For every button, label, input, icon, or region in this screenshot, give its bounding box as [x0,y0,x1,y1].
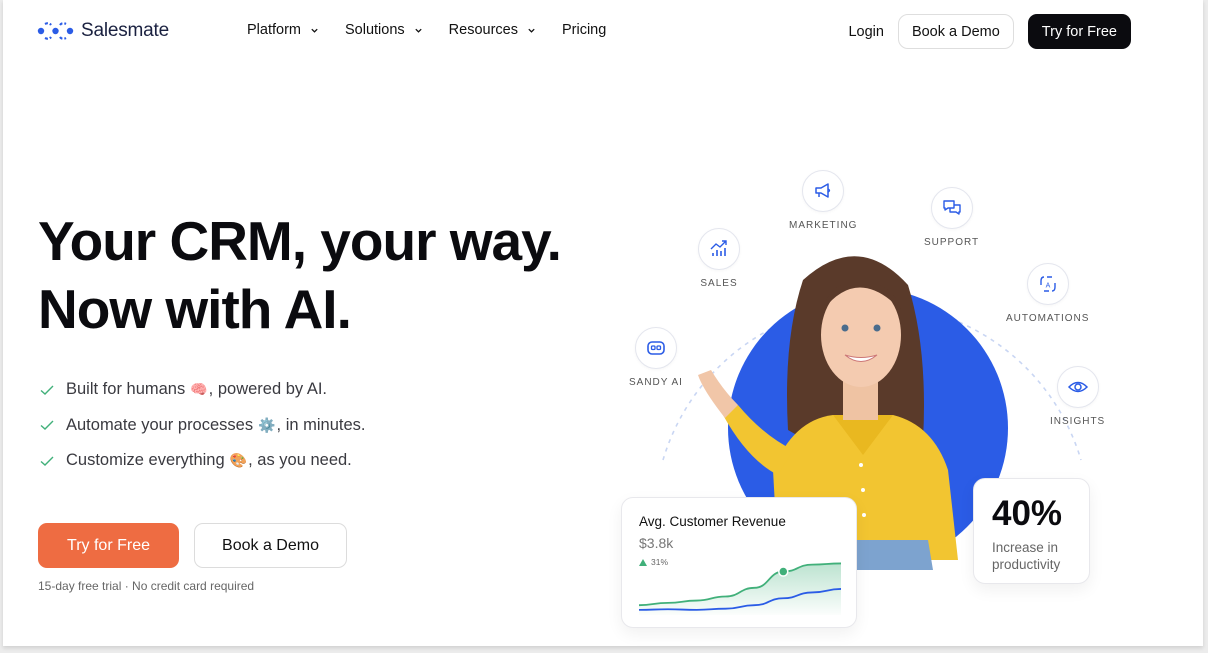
node-bubble [1056,366,1099,408]
node-bubble [698,228,740,270]
node-label: MARKETING [789,220,858,231]
robot-icon [647,341,665,355]
orbit-node-support[interactable]: SUPPORT [924,187,979,248]
chart-trend-icon [710,240,727,256]
page: Salesmate Platform Solutions Resources P… [3,0,1203,646]
automation-cycle-icon: A [1040,276,1056,292]
node-bubble: A [1026,263,1069,305]
orbit-node-sandy-ai[interactable]: SANDY AI [629,327,683,388]
highlight-point [778,566,789,577]
node-label: SALES [700,278,738,289]
orbit-node-automations[interactable]: A AUTOMATIONS [1006,263,1089,324]
node-bubble [930,187,973,229]
orbit-node-sales[interactable]: SALES [698,228,740,289]
node-label: SANDY AI [629,377,683,388]
productivity-stat-card: 40% Increase in productivity [973,478,1090,584]
node-label: AUTOMATIONS [1006,313,1090,324]
eye-icon [1067,381,1088,393]
orbit-node-marketing[interactable]: MARKETING [789,170,857,231]
node-label: SUPPORT [924,237,980,248]
stat-value: 40% [992,494,1063,533]
chat-bubbles-icon [942,200,961,215]
orbit-node-insights[interactable]: INSIGHTS [1050,366,1105,427]
node-bubble [802,170,845,212]
svg-text:A: A [1045,283,1050,290]
revenue-sparkline [639,562,841,615]
node-label: INSIGHTS [1050,416,1106,427]
megaphone-icon [815,183,831,198]
stat-label: Increase in productivity [992,540,1061,572]
revenue-card-title: Avg. Customer Revenue [639,514,786,529]
revenue-card: Avg. Customer Revenue $3.8k 31% [621,497,857,628]
node-bubble [634,327,677,369]
